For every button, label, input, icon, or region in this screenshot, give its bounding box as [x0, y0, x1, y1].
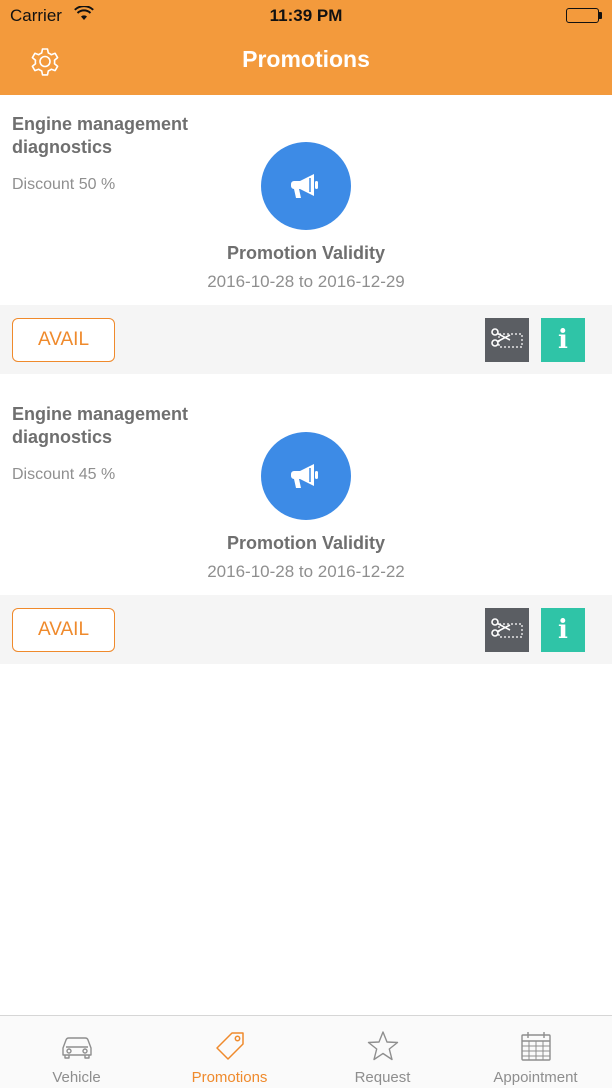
status-bar: Carrier 11:39 PM — [0, 0, 612, 32]
promotion-card: Engine management diagnostics Discount 4… — [0, 385, 612, 664]
info-button[interactable]: i — [541, 318, 585, 362]
avail-button[interactable]: AVAIL — [12, 608, 115, 652]
megaphone-icon — [261, 432, 351, 520]
promotion-validity-label: Promotion Validity — [226, 243, 386, 263]
promotion-card: Engine management diagnostics Discount 5… — [0, 95, 612, 374]
tab-label: Request — [354, 1069, 411, 1086]
tab-bar: Vehicle Promotions Request Appointment — [0, 1015, 612, 1088]
promotion-validity-range: 2016-10-28 to 2016-12-29 — [207, 272, 405, 291]
tab-label: Vehicle — [52, 1069, 101, 1086]
tab-request[interactable]: Request — [306, 1016, 459, 1088]
promotion-discount: Discount 50 % — [12, 176, 116, 193]
promotion-title: Engine management diagnostics — [12, 114, 189, 157]
battery-icon — [566, 8, 602, 23]
megaphone-icon — [261, 142, 351, 230]
scissors-coupon-icon — [491, 328, 523, 348]
info-icon: i — [558, 325, 568, 355]
coupon-button[interactable] — [485, 608, 529, 652]
promotion-card-content: Engine management diagnostics Discount 5… — [0, 95, 612, 305]
promotion-actions: AVAIL i — [0, 595, 612, 664]
tab-label: Promotions — [191, 1069, 268, 1086]
coupon-button[interactable] — [485, 318, 529, 362]
promotion-title: Engine management diagnostics — [12, 404, 189, 447]
promotion-discount: Discount 45 % — [12, 466, 116, 483]
clock: 11:39 PM — [269, 6, 343, 25]
navigation-bar: Carrier 11:39 PM Promotions — [0, 0, 612, 95]
info-icon: i — [558, 615, 568, 645]
promotion-validity-range: 2016-10-28 to 2016-12-22 — [207, 562, 405, 581]
calendar-icon — [516, 1026, 556, 1066]
page-title: Promotions — [242, 46, 370, 72]
promotion-actions: AVAIL i — [0, 305, 612, 374]
tab-promotions[interactable]: Promotions — [153, 1016, 306, 1088]
scissors-coupon-icon — [491, 618, 523, 638]
info-button[interactable]: i — [541, 608, 585, 652]
tag-icon — [210, 1026, 250, 1066]
tab-vehicle[interactable]: Vehicle — [0, 1016, 153, 1088]
tab-appointment[interactable]: Appointment — [459, 1016, 612, 1088]
car-icon — [57, 1026, 97, 1066]
star-icon — [363, 1026, 403, 1066]
avail-button[interactable]: AVAIL — [12, 318, 115, 362]
tab-label: Appointment — [493, 1069, 578, 1086]
promotion-card-content: Engine management diagnostics Discount 4… — [0, 385, 612, 595]
promotion-validity-label: Promotion Validity — [226, 533, 386, 553]
